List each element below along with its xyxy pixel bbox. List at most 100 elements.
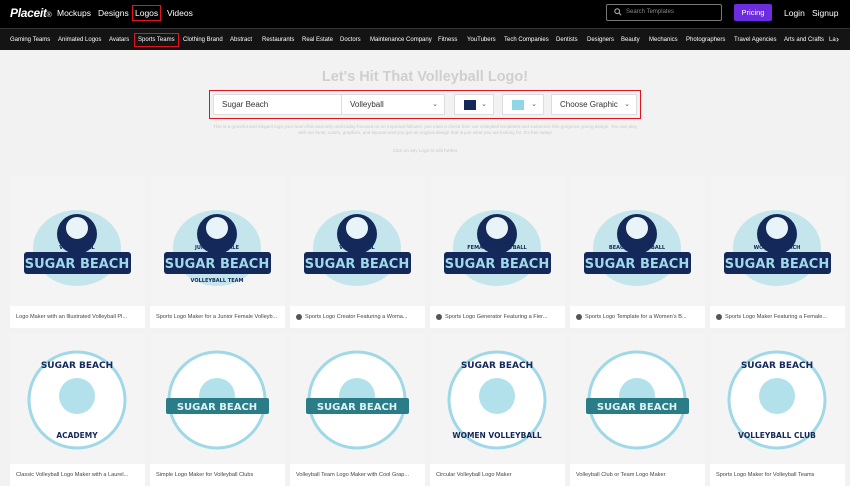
- mascot-shape: [626, 217, 648, 239]
- logo-card[interactable]: SUGAR BEACH VOLLEYBALL Sports Logo Creator…: [290, 176, 425, 328]
- category-animated-logos[interactable]: Animated Logos: [58, 37, 101, 43]
- logo-graphic: SUGAR BEACH BEACH VOLLEYBALL: [584, 210, 691, 286]
- secondary-color-picker[interactable]: ⌄: [502, 94, 544, 115]
- brand-logo[interactable]: Placeit®: [10, 6, 52, 20]
- logo-card[interactable]: SUGAR BEACH WOMEN VOLLEYBALL Circular Voll…: [430, 334, 565, 486]
- logo-card[interactable]: SUGAR BEACH VOLLEYBALL CLUB Sports Logo Ma…: [710, 334, 845, 486]
- category-sports-teams[interactable]: Sports Teams: [134, 33, 179, 47]
- logo-preview[interactable]: SUGAR BEACH: [150, 334, 285, 464]
- search-icon: [614, 8, 622, 16]
- card-caption[interactable]: Sports Logo Maker for Volleyball Teams: [716, 472, 841, 478]
- logo-card[interactable]: SUGAR BEACH JUNIOR FEMALE VOLLEYBALL TEAM S…: [150, 176, 285, 328]
- logo-tagline: JUNIOR FEMALE: [194, 245, 240, 251]
- card-caption[interactable]: Logo Maker with an Illustrated Volleybal…: [16, 314, 141, 320]
- logo-card[interactable]: SUGAR BEACH VOLLEYBALL Logo Maker with an …: [10, 176, 145, 328]
- logo-tagline: VOLLEYBALL: [339, 245, 375, 251]
- card-caption[interactable]: Sports Logo Maker Featuring a Female...: [725, 314, 841, 320]
- card-caption[interactable]: Sports Logo Creator Featuring a Woma...: [305, 314, 421, 320]
- card-caption[interactable]: Sports Logo Maker for a Junior Female Vo…: [156, 314, 281, 320]
- logo-card[interactable]: SUGAR BEACH WOMENS BEACH Sports Logo Maker…: [710, 176, 845, 328]
- industry-select[interactable]: Volleyball ⌄: [341, 94, 445, 115]
- logo-graphic: SUGAR BEACH: [306, 350, 409, 450]
- logo-preview[interactable]: SUGAR BEACH FEMALE VOLLEYBALL: [430, 176, 565, 306]
- logo-title: SUGAR BEACH: [41, 361, 113, 371]
- category-dentists[interactable]: Dentists: [556, 37, 578, 43]
- logo-preview[interactable]: SUGAR BEACH VOLLEYBALL CLUB: [710, 334, 845, 464]
- logo-title: SUGAR BEACH: [177, 402, 257, 413]
- logo-card[interactable]: SUGAR BEACH Simple Logo Maker for Volleyb…: [150, 334, 285, 486]
- category-restaurants[interactable]: Restaurants: [262, 37, 294, 43]
- logo-title: SUGAR BEACH: [25, 257, 129, 272]
- logo-card[interactable]: SUGAR BEACH ACADEMY Classic Volleyball Log…: [10, 334, 145, 486]
- mascot-shape: [766, 217, 788, 239]
- pricing-button[interactable]: Pricing: [734, 4, 772, 21]
- category-arts-and-crafts[interactable]: Arts and Crafts: [784, 37, 824, 43]
- logo-card[interactable]: SUGAR BEACH Volleyball Club or Team Logo …: [570, 334, 705, 486]
- category-mechanics[interactable]: Mechanics: [649, 37, 678, 43]
- category-real-estate[interactable]: Real Estate: [302, 37, 333, 43]
- brand-name-input[interactable]: Sugar Beach: [213, 94, 341, 115]
- search-placeholder: Search Templates: [626, 9, 674, 15]
- page-description: This is a graceful and elegant logo your…: [213, 124, 637, 135]
- logo-preview[interactable]: SUGAR BEACH: [290, 334, 425, 464]
- search-input[interactable]: Search Templates: [606, 4, 722, 21]
- chevron-down-icon: ⌄: [432, 101, 438, 108]
- signup-link[interactable]: Signup: [812, 8, 838, 18]
- mascot-shape: [66, 217, 88, 239]
- nav-designs[interactable]: Designs: [98, 8, 129, 18]
- logo-preview[interactable]: SUGAR BEACH VOLLEYBALL: [290, 176, 425, 306]
- nav-mockups[interactable]: Mockups: [57, 8, 91, 18]
- category-abstract[interactable]: Abstract: [230, 37, 252, 43]
- card-caption[interactable]: Simple Logo Maker for Volleyball Clubs: [156, 472, 281, 478]
- logo-card[interactable]: SUGAR BEACH Volleyball Team Logo Maker wi…: [290, 334, 425, 486]
- primary-color-picker[interactable]: ⌄: [454, 94, 494, 115]
- logo-title: SUGAR BEACH: [597, 402, 677, 413]
- video-play-icon: [436, 314, 442, 320]
- logo-preview[interactable]: SUGAR BEACH VOLLEYBALL: [10, 176, 145, 306]
- logo-preview[interactable]: SUGAR BEACH WOMENS BEACH: [710, 176, 845, 306]
- emblem-shape: [479, 378, 515, 414]
- logo-tagline: VOLLEYBALL: [59, 245, 95, 251]
- category-gaming-teams[interactable]: Gaming Teams: [10, 37, 50, 43]
- nav-videos[interactable]: Videos: [167, 8, 193, 18]
- category-fitness[interactable]: Fitness: [438, 37, 457, 43]
- primary-color-swatch: [464, 100, 476, 110]
- card-caption[interactable]: Volleyball Club or Team Logo Maker: [576, 472, 701, 478]
- logo-title: SUGAR BEACH: [585, 257, 689, 272]
- card-caption[interactable]: Sports Logo Template for a Women's B...: [585, 314, 701, 320]
- card-caption[interactable]: Circular Volleyball Logo Maker: [436, 472, 561, 478]
- logo-subtitle: WOMEN VOLLEYBALL: [452, 431, 542, 440]
- category-maintenance-company[interactable]: Maintenance Company: [370, 37, 432, 43]
- card-caption[interactable]: Classic Volleyball Logo Maker with a Lau…: [16, 472, 141, 478]
- logo-preview[interactable]: SUGAR BEACH BEACH VOLLEYBALL: [570, 176, 705, 306]
- nav-logos[interactable]: Logos: [131, 5, 162, 21]
- category-tech-companies[interactable]: Tech Companies: [504, 37, 549, 43]
- category-clothing-brand[interactable]: Clothing Brand: [183, 37, 223, 43]
- logo-card[interactable]: SUGAR BEACH BEACH VOLLEYBALL Sports Logo T…: [570, 176, 705, 328]
- category-doctors[interactable]: Doctors: [340, 37, 361, 43]
- login-link[interactable]: Login: [784, 8, 805, 18]
- category-travel-agencies[interactable]: Travel Agencies: [734, 37, 776, 43]
- category-photographers[interactable]: Photographers: [686, 37, 725, 43]
- card-caption[interactable]: Sports Logo Generator Featuring a Fier..…: [445, 314, 561, 320]
- mascot-shape: [346, 217, 368, 239]
- category-bar: Gaming Teams Animated Logos Avatars Spor…: [0, 28, 850, 50]
- category-beauty[interactable]: Beauty: [621, 37, 640, 43]
- category-la[interactable]: La: [829, 37, 836, 43]
- logo-tagline: BEACH VOLLEYBALL: [609, 245, 666, 251]
- logo-preview[interactable]: SUGAR BEACH: [570, 334, 705, 464]
- category-youtubers[interactable]: YouTubers: [467, 37, 496, 43]
- logo-graphic: SUGAR BEACH WOMENS BEACH: [724, 210, 831, 286]
- logo-card[interactable]: SUGAR BEACH FEMALE VOLLEYBALL Sports Logo …: [430, 176, 565, 328]
- chevron-right-icon[interactable]: ›: [836, 34, 839, 44]
- card-caption[interactable]: Volleyball Team Logo Maker with Cool Gra…: [296, 472, 421, 478]
- logo-title: SUGAR BEACH: [165, 257, 269, 272]
- top-navbar: Placeit® Mockups Designs Logos Videos Se…: [0, 0, 850, 28]
- choose-graphic-select[interactable]: Choose Graphic ⌄: [551, 94, 637, 115]
- logo-preview[interactable]: SUGAR BEACH ACADEMY: [10, 334, 145, 464]
- logo-preview[interactable]: SUGAR BEACH JUNIOR FEMALE VOLLEYBALL TEAM: [150, 176, 285, 306]
- logo-preview[interactable]: SUGAR BEACH WOMEN VOLLEYBALL: [430, 334, 565, 464]
- category-avatars[interactable]: Avatars: [109, 37, 129, 43]
- chevron-down-icon: ⌄: [624, 101, 630, 108]
- category-designers[interactable]: Designers: [587, 37, 614, 43]
